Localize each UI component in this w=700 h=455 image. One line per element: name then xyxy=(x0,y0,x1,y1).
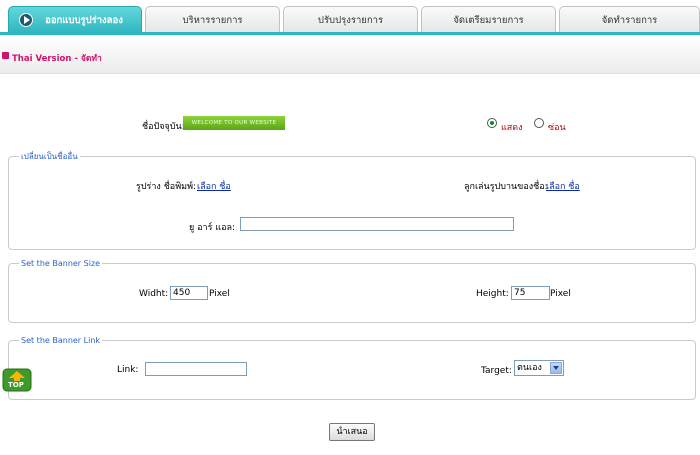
section-header: Thai Version - จัดทำ xyxy=(0,35,700,74)
current-banner-preview: WELCOME TO OUR WEBSITE xyxy=(183,116,285,130)
show-radio[interactable] xyxy=(487,118,497,128)
rename-fieldset: เปลี่ยนเป็นชื่ออื่น xyxy=(8,151,696,250)
target-select[interactable]: ตนเอง xyxy=(514,360,564,376)
scroll-top-button[interactable]: TOP xyxy=(2,368,32,392)
link-input[interactable] xyxy=(145,362,247,376)
tab-manage[interactable]: บริหารรายการ xyxy=(145,6,280,33)
rename-legend: เปลี่ยนเป็นชื่ออื่น xyxy=(19,151,80,163)
tab-label: จัดทำรายการ xyxy=(601,15,658,26)
tab-label: บริหารรายการ xyxy=(182,15,243,26)
link-fieldset: Set the Banner Link xyxy=(8,335,696,400)
pattern-label: ลูกเล่นรูปบานของชื่อ: xyxy=(464,182,548,192)
tab-design[interactable]: ออกแบบรูปร่างลอง xyxy=(8,6,142,33)
tab-prepare[interactable]: จัดเตรียมรายการ xyxy=(421,6,556,33)
tab-label: ปรับปรุงรายการ xyxy=(317,15,384,26)
url-input[interactable] xyxy=(240,217,514,231)
hide-radio[interactable] xyxy=(534,118,544,128)
tab-label: จัดเตรียมรายการ xyxy=(453,15,524,26)
tab-create[interactable]: จัดทำรายการ xyxy=(559,6,700,33)
shape-label: รูปร่าง ชื่อพิมพ์: xyxy=(136,182,197,192)
chevron-down-icon xyxy=(550,362,562,374)
show-radio-label: แสดง xyxy=(501,123,523,133)
tab-label: ออกแบบรูปร่างลอง xyxy=(45,15,123,26)
play-icon xyxy=(19,13,33,27)
width-label: Widht: xyxy=(139,289,169,299)
section-title: Thai Version - จัดทำ xyxy=(2,51,102,65)
section-title-text: Thai Version - จัดทำ xyxy=(12,54,102,64)
tab-bar: ออกแบบรูปร่างลอง บริหารรายการ ปรับปรุงรา… xyxy=(0,0,700,34)
target-label: Target: xyxy=(481,366,512,376)
url-label: ยู อาร์ แอล: xyxy=(189,223,236,233)
shape-select-link[interactable]: เลือก ชื่อ xyxy=(197,179,231,193)
size-legend: Set the Banner Size xyxy=(19,258,103,270)
width-input[interactable] xyxy=(170,286,208,300)
height-unit: Pixel xyxy=(550,289,571,299)
tab-update[interactable]: ปรับปรุงรายการ xyxy=(283,6,418,33)
current-name-label: ชื่อปัจจุบัน: xyxy=(142,122,185,132)
height-input[interactable] xyxy=(511,286,550,300)
height-label: Height: xyxy=(476,289,509,299)
pattern-select-link[interactable]: เลือก ชื่อ xyxy=(546,179,580,193)
link-label: Link: xyxy=(117,365,139,375)
size-fieldset: Set the Banner Size xyxy=(8,258,696,323)
target-select-value: ตนเอง xyxy=(517,363,542,373)
link-legend: Set the Banner Link xyxy=(19,335,103,347)
submit-button[interactable]: นำเสนอ xyxy=(329,423,375,441)
hide-radio-label: ซ่อน xyxy=(548,123,566,133)
top-label: TOP xyxy=(8,381,24,389)
bullet-icon xyxy=(2,52,9,59)
width-unit: Pixel xyxy=(209,289,230,299)
